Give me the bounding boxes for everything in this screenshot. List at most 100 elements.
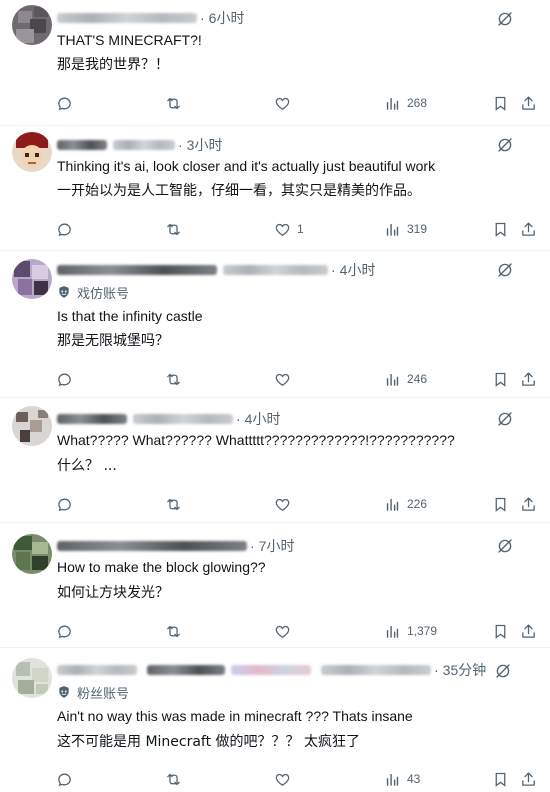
timestamp[interactable]: 6小时: [209, 8, 245, 28]
author-name-blurred[interactable]: [57, 541, 247, 551]
avatar[interactable]: [12, 534, 52, 574]
share-icon: [522, 496, 535, 511]
author-name-blurred[interactable]: [57, 665, 137, 675]
reply-item[interactable]: · 35分钟 粉丝账号 Ain't no way this was made i…: [0, 648, 550, 792]
reply-item[interactable]: · 6小时 THAT'S MINECRAFT?! 那是我的世界？！ 268: [0, 0, 550, 125]
share-icon: [522, 771, 535, 786]
reply-text: What????? What?????? Whattttt???????????…: [57, 432, 455, 448]
views-button[interactable]: 246: [384, 369, 427, 389]
timestamp[interactable]: 7小时: [259, 536, 295, 556]
reply-header: · 6小时: [57, 9, 244, 27]
timestamp[interactable]: 4小时: [245, 409, 281, 429]
reply-icon: [58, 498, 71, 511]
grok-icon[interactable]: [496, 261, 514, 279]
retweet-button[interactable]: [165, 494, 182, 514]
author-name-blurred[interactable]: [57, 265, 217, 275]
like-button[interactable]: [274, 369, 297, 389]
share-button[interactable]: [520, 621, 537, 641]
like-button[interactable]: [274, 769, 297, 789]
views-button[interactable]: 319: [384, 219, 427, 239]
like-button[interactable]: 1: [274, 219, 304, 239]
reply-text: Ain't no way this was made in minecraft …: [57, 708, 413, 724]
grok-icon[interactable]: [496, 10, 514, 28]
author-handle-blurred[interactable]: [113, 140, 175, 150]
share-button[interactable]: [520, 219, 537, 239]
retweet-icon: [167, 773, 180, 785]
reply-translation: 什么？ ...: [57, 458, 117, 474]
bookmark-icon: [495, 497, 506, 512]
author-handle-blurred[interactable]: [231, 665, 311, 675]
grok-icon[interactable]: [496, 410, 514, 428]
retweet-button[interactable]: [165, 93, 182, 113]
share-button[interactable]: [520, 93, 537, 113]
author-handle-blurred[interactable]: [223, 265, 328, 275]
separator-dot: ·: [178, 137, 183, 153]
author-name-blurred-2[interactable]: [147, 665, 225, 675]
reply-header: · 4小时: [57, 261, 375, 279]
share-button[interactable]: [520, 494, 537, 514]
retweet-button[interactable]: [165, 219, 182, 239]
view-count: 226: [407, 497, 428, 511]
reply-button[interactable]: [56, 494, 73, 514]
separator-dot: ·: [331, 262, 336, 278]
reply-icon: [58, 373, 71, 386]
reply-header: · 4小时: [57, 410, 280, 428]
bookmark-button[interactable]: [492, 769, 509, 789]
timestamp[interactable]: 4小时: [340, 260, 376, 280]
account-badge: 戏仿账号: [57, 283, 129, 301]
bookmark-button[interactable]: [492, 369, 509, 389]
avatar[interactable]: [12, 406, 52, 446]
avatar[interactable]: [12, 5, 52, 45]
bookmark-icon: [495, 372, 506, 387]
author-name-blurred[interactable]: [57, 140, 107, 150]
views-button[interactable]: 43: [384, 769, 420, 789]
timestamp[interactable]: 3小时: [187, 135, 223, 155]
grok-icon[interactable]: [494, 662, 512, 680]
like-icon: [275, 223, 290, 236]
avatar[interactable]: [12, 132, 52, 172]
avatar[interactable]: [12, 658, 52, 698]
reply-button[interactable]: [56, 219, 73, 239]
author-handle-blurred-2[interactable]: [321, 665, 431, 675]
retweet-icon: [167, 223, 180, 235]
retweet-button[interactable]: [165, 369, 182, 389]
grok-icon[interactable]: [496, 136, 514, 154]
share-button[interactable]: [520, 769, 537, 789]
reply-header: · 35分钟: [57, 661, 486, 679]
like-button[interactable]: [274, 621, 297, 641]
bookmark-button[interactable]: [492, 93, 509, 113]
retweet-button[interactable]: [165, 769, 182, 789]
views-button[interactable]: 226: [384, 494, 427, 514]
reply-button[interactable]: [56, 621, 73, 641]
action-bar: 1 319: [0, 219, 550, 239]
like-button[interactable]: [274, 93, 297, 113]
separator-dot: ·: [250, 538, 255, 554]
view-count: 1,379: [407, 624, 438, 638]
separator-dot: ·: [434, 662, 439, 678]
reply-item[interactable]: · 7小时 How to make the block glowing?? 如何…: [0, 523, 550, 647]
reply-item[interactable]: · 3小时 Thinking it's ai, look closer and …: [0, 126, 550, 250]
views-button[interactable]: 1,379: [384, 621, 437, 641]
bookmark-button[interactable]: [492, 494, 509, 514]
reply-item[interactable]: · 4小时 戏仿账号 Is that the infinity castle 那…: [0, 251, 550, 396]
reply-button[interactable]: [56, 93, 73, 113]
reply-button[interactable]: [56, 769, 73, 789]
retweet-button[interactable]: [165, 621, 182, 641]
author-name-blurred[interactable]: [57, 414, 127, 424]
bookmark-button[interactable]: [492, 219, 509, 239]
views-button[interactable]: 268: [384, 93, 427, 113]
share-button[interactable]: [520, 369, 537, 389]
grok-icon[interactable]: [496, 537, 514, 555]
bookmark-icon: [495, 624, 506, 639]
author-handle-blurred[interactable]: [133, 414, 233, 424]
retweet-icon: [167, 97, 180, 109]
timestamp[interactable]: 35分钟: [443, 660, 487, 680]
author-name-blurred[interactable]: [57, 13, 197, 23]
bookmark-icon: [495, 222, 506, 237]
like-button[interactable]: [274, 494, 297, 514]
reply-button[interactable]: [56, 369, 73, 389]
avatar[interactable]: [12, 259, 52, 299]
reply-item[interactable]: · 4小时 What????? What?????? Whattttt?????…: [0, 398, 550, 522]
retweet-icon: [167, 373, 180, 385]
bookmark-button[interactable]: [492, 621, 509, 641]
